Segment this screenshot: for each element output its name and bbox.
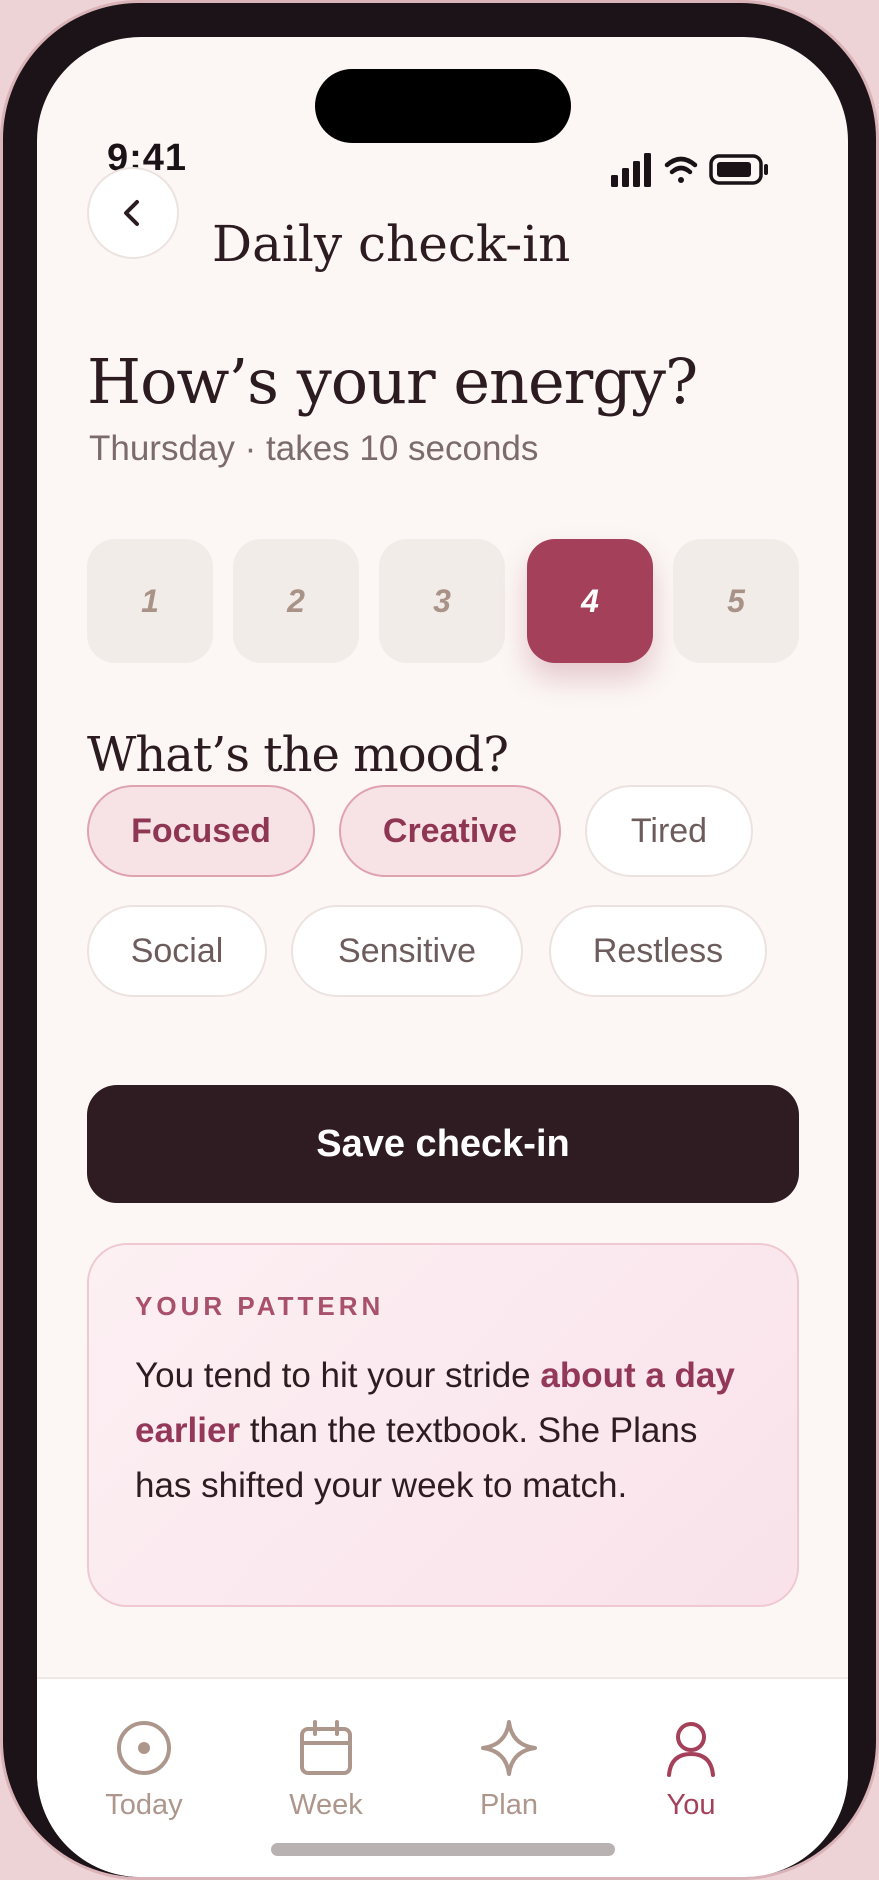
mood-chip-creative[interactable]: Creative [339,785,561,877]
energy-option-1[interactable]: 1 [87,539,213,663]
back-button[interactable] [87,167,179,259]
person-icon [667,1722,715,1777]
signal-icon [611,153,651,187]
energy-option-4[interactable]: 4 [527,539,653,663]
target-icon [117,1721,171,1775]
sparkle-icon [481,1720,537,1776]
dynamic-island [315,69,571,143]
tab-plan-label: Plan [479,1789,539,1821]
phone-frame: 9:41 Daily check-in How’s your energy? T… [3,3,876,1877]
calendar-icon [300,1720,352,1775]
pattern-card: YOUR PATTERN You tend to hit your stride… [87,1243,799,1607]
tab-week-label: Week [289,1789,363,1821]
energy-option-5[interactable]: 5 [673,539,799,663]
mood-question: What’s the mood? [87,727,509,783]
tab-you[interactable]: You [611,1719,771,1822]
home-indicator [271,1843,615,1856]
tab-week[interactable]: Week [246,1719,406,1822]
screen: 9:41 Daily check-in How’s your energy? T… [37,37,848,1877]
energy-option-2[interactable]: 2 [233,539,359,663]
mood-chip-focused[interactable]: Focused [87,785,315,877]
page-title: Daily check-in [212,215,571,273]
mood-chip-restless[interactable]: Restless [549,905,767,997]
tab-plan[interactable]: Plan [429,1719,589,1822]
status-icons [611,153,768,187]
pattern-text-start: You tend to hit your stride [135,1356,541,1395]
energy-question: How’s your energy? [87,345,698,418]
energy-scale: 1 2 3 4 5 [87,539,799,663]
battery-icon [709,154,768,185]
save-checkin-button[interactable]: Save check-in [87,1085,799,1203]
chevron-left-icon [124,200,139,226]
energy-subtitle: Thursday · takes 10 seconds [89,429,539,468]
wifi-icon [664,156,698,183]
pattern-label: YOUR PATTERN [135,1291,385,1321]
mood-chip-tired[interactable]: Tired [585,785,753,877]
tab-today[interactable]: Today [64,1719,224,1822]
energy-option-3[interactable]: 3 [379,539,505,663]
mood-chip-sensitive[interactable]: Sensitive [291,905,523,997]
tab-you-label: You [666,1789,716,1821]
tab-today-label: Today [105,1789,183,1821]
mood-chip-social[interactable]: Social [87,905,267,997]
pattern-text: You tend to hit your stride about a day … [135,1348,751,1513]
